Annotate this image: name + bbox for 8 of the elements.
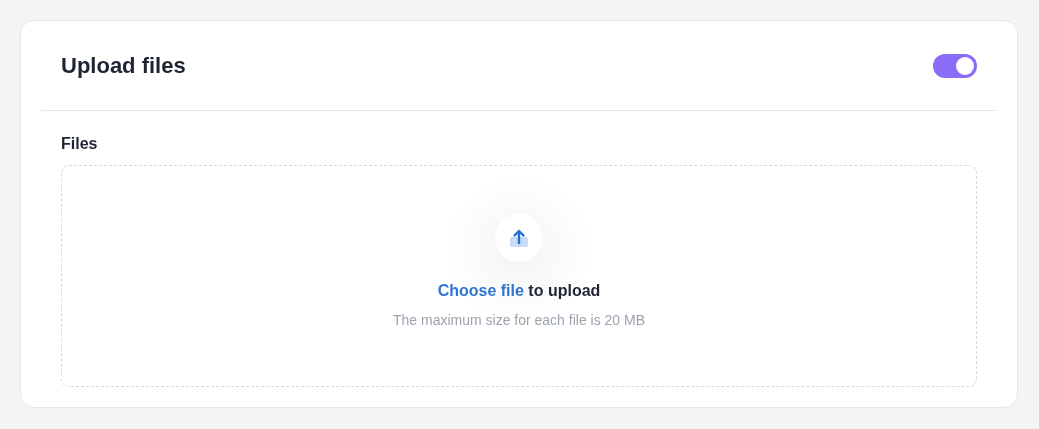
card-title: Upload files bbox=[61, 52, 186, 79]
upload-prompt: Choose file to upload bbox=[437, 282, 601, 300]
field-label: Files bbox=[61, 135, 99, 153]
toggle-switch[interactable] bbox=[933, 53, 977, 78]
upload-hint: The maximum size for each file is 20 MB bbox=[392, 312, 646, 328]
choose-file-link[interactable]: Choose file bbox=[437, 282, 524, 299]
dropzone[interactable]: Choose file to upload The maximum size for each file is 20 MB bbox=[61, 165, 977, 387]
upload-icon bbox=[508, 227, 530, 249]
